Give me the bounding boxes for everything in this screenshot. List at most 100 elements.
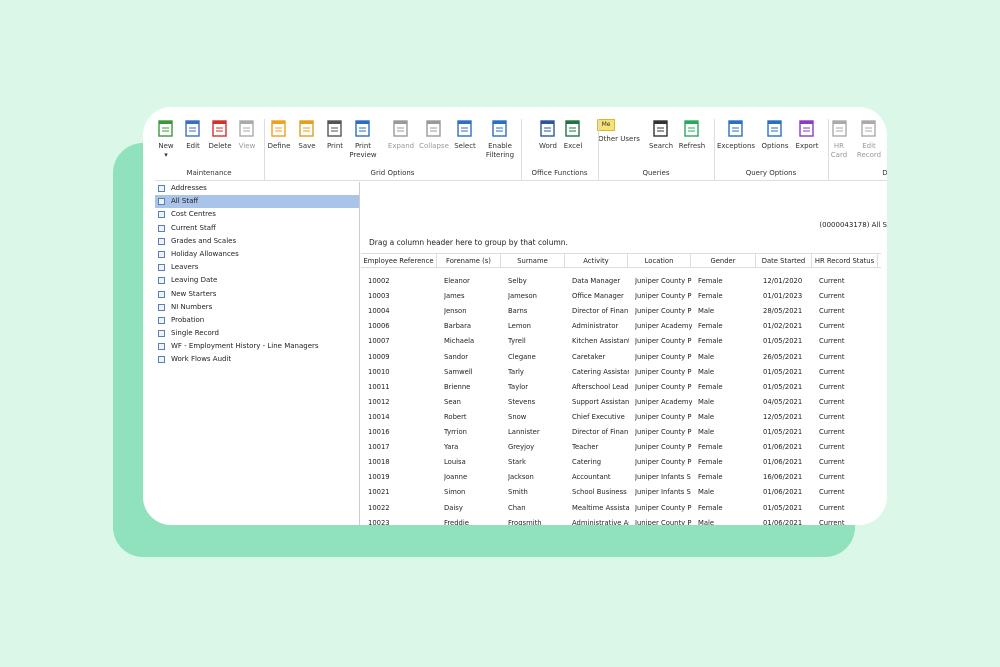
table-row[interactable]: 10006 Barbara Lemon Administrator Juniper Ac… bbox=[361, 319, 881, 334]
button-label: Collapse bbox=[419, 142, 449, 150]
table-row[interactable]: 10011 Brienne Taylor Afterschool Lead Junipe… bbox=[361, 380, 881, 395]
column-header[interactable]: Employee Reference bbox=[361, 254, 437, 268]
sidebar-item[interactable]: WF - Employment History - Line Managers bbox=[155, 340, 359, 353]
sidebar-item[interactable]: Grades and Scales bbox=[155, 235, 359, 248]
column-header[interactable]: Location bbox=[628, 254, 691, 268]
table-cell: Current bbox=[819, 337, 845, 346]
group-by-hint[interactable]: Drag a column header here to group by th… bbox=[369, 238, 568, 247]
table-row[interactable]: 10009 Sandor Clegane Caretaker Juniper Count… bbox=[361, 350, 881, 365]
sidebar-item[interactable]: Work Flows Audit bbox=[155, 353, 359, 366]
sidebar-item[interactable]: Single Record bbox=[155, 327, 359, 340]
table-cell: Office Manager bbox=[572, 292, 624, 301]
sidebar-item[interactable]: NI Numbers bbox=[155, 301, 359, 314]
table-cell: Current bbox=[819, 382, 845, 391]
refresh-button[interactable]: Refresh bbox=[678, 119, 706, 151]
word-button[interactable]: Word bbox=[537, 119, 559, 151]
hr-card-button[interactable]: HR Card bbox=[830, 119, 848, 160]
table-row[interactable]: 10004 Jenson Barns Director of Finan Juniper… bbox=[361, 304, 881, 319]
table-cell: Juniper County P bbox=[635, 337, 692, 346]
table-row[interactable]: 10002 Eleanor Selby Data Manager Juniper Cou… bbox=[361, 274, 881, 289]
table-cell: Yara bbox=[444, 443, 459, 452]
column-header[interactable]: Forename (s) bbox=[437, 254, 501, 268]
table-row[interactable]: 10010 Samwell Tarly Catering Assistan Junipe… bbox=[361, 365, 881, 380]
sidebar-item-label: Leavers bbox=[171, 263, 199, 272]
table-cell: Female bbox=[698, 458, 723, 467]
sidebar-item[interactable]: Leavers bbox=[155, 261, 359, 274]
table-row[interactable]: 10022 Daisy Chan Mealtime Assista Juniper Co… bbox=[361, 501, 881, 516]
column-header[interactable]: Date Started bbox=[756, 254, 812, 268]
button-label: Other Users bbox=[598, 135, 640, 143]
enable-filtering-button[interactable]: Enable Filtering bbox=[484, 119, 516, 160]
other-users-button[interactable]: Me Other Users bbox=[597, 119, 641, 144]
table-cell: 10017 bbox=[368, 443, 390, 452]
table-row[interactable]: 10018 Louisa Stark Catering Juniper County P… bbox=[361, 455, 881, 470]
button-label: Print bbox=[326, 142, 344, 150]
search-button[interactable]: Search bbox=[648, 119, 674, 151]
sidebar-item[interactable]: Current Staff bbox=[155, 222, 359, 235]
table-cell: Support Assistant bbox=[572, 397, 629, 406]
exceptions-button[interactable]: Exceptions bbox=[716, 119, 756, 151]
table-cell: 01/05/2021 bbox=[763, 382, 803, 391]
ribbon-separator bbox=[264, 119, 265, 181]
column-header[interactable]: Gender bbox=[691, 254, 756, 268]
column-header[interactable]: Surname bbox=[501, 254, 565, 268]
column-header[interactable]: HR Record Status bbox=[812, 254, 878, 268]
table-cell: Juniper County P bbox=[635, 443, 692, 452]
table-cell: Female bbox=[698, 292, 723, 301]
sidebar-item[interactable]: Leaving Date bbox=[155, 274, 359, 287]
table-cell: Juniper Academy bbox=[635, 322, 692, 331]
sidebar-item[interactable]: Probation bbox=[155, 314, 359, 327]
table-row[interactable]: 10023 Freddie Frogsmith Administrative As Ju… bbox=[361, 516, 881, 525]
excel-button[interactable]: Excel bbox=[562, 119, 584, 151]
table-cell: Juniper County P bbox=[635, 307, 692, 316]
sidebar-item-label: Single Record bbox=[171, 329, 219, 338]
expand-button[interactable]: Expand bbox=[387, 119, 415, 151]
table-row[interactable]: 10019 Joanne Jackson Accountant Juniper Infa… bbox=[361, 470, 881, 485]
print-preview-button[interactable]: Print Preview bbox=[348, 119, 378, 160]
save-button[interactable]: Save bbox=[296, 119, 318, 151]
button-label: Enable bbox=[488, 142, 512, 150]
table-cell: Chan bbox=[508, 503, 526, 512]
select-button[interactable]: Select bbox=[453, 119, 477, 151]
table-cell: Catering Assistan bbox=[572, 367, 629, 376]
table-row[interactable]: 10016 Tyrrion Lannister Director of Finan Ju… bbox=[361, 425, 881, 440]
table-cell: Lemon bbox=[508, 322, 531, 331]
table-cell: Current bbox=[819, 367, 845, 376]
sidebar-item-label: WF - Employment History - Line Managers bbox=[171, 342, 319, 351]
table-row[interactable]: 10012 Sean Stevens Support Assistant Juniper… bbox=[361, 395, 881, 410]
sidebar-item[interactable]: Cost Centres bbox=[155, 208, 359, 221]
print-button[interactable]: Print bbox=[324, 119, 346, 151]
collapse-button[interactable]: Collapse bbox=[418, 119, 450, 151]
table-cell: 10003 bbox=[368, 292, 390, 301]
table-cell: Director of Finan bbox=[572, 307, 629, 316]
export-button[interactable]: Export bbox=[794, 119, 820, 151]
options-button[interactable]: Options bbox=[760, 119, 790, 151]
edit-button[interactable]: Edit bbox=[182, 119, 204, 151]
column-header[interactable]: Activity bbox=[565, 254, 628, 268]
view-button[interactable]: View bbox=[236, 119, 258, 151]
table-row[interactable]: 10017 Yara Greyjoy Teacher Juniper County P F… bbox=[361, 440, 881, 455]
sidebar-item[interactable]: Addresses bbox=[155, 182, 359, 195]
delete-button[interactable]: Delete bbox=[207, 119, 233, 151]
table-cell: 01/06/2021 bbox=[763, 458, 803, 467]
sidebar-item-label: Current Staff bbox=[171, 223, 216, 232]
table-row[interactable]: 10003 James Jameson Office Manager Juniper C… bbox=[361, 289, 881, 304]
table-cell: Juniper County P bbox=[635, 518, 692, 525]
define-icon bbox=[269, 119, 289, 139]
sidebar-item[interactable]: New Starters bbox=[155, 288, 359, 301]
sidebar-item-label: Cost Centres bbox=[171, 210, 216, 219]
new-button[interactable]: New ▾ bbox=[155, 119, 177, 160]
table-cell: Louisa bbox=[444, 458, 466, 467]
table-row[interactable]: 10014 Robert Snow Chief Executive Juniper Co… bbox=[361, 410, 881, 425]
query-icon bbox=[158, 250, 165, 258]
edit-record-icon bbox=[183, 119, 203, 139]
sidebar-item[interactable]: Holiday Allowances bbox=[155, 248, 359, 261]
sidebar-item[interactable]: All Staff bbox=[155, 195, 359, 209]
button-label: Export bbox=[795, 142, 819, 150]
table-cell: 28/05/2021 bbox=[763, 307, 803, 316]
table-row[interactable]: 10007 Michaela Tyrell Kitchen Assistant Juni… bbox=[361, 334, 881, 349]
table-cell: Administrator bbox=[572, 322, 619, 331]
table-row[interactable]: 10021 Simon Smith School Business Juniper In… bbox=[361, 485, 881, 500]
define-button[interactable]: Define bbox=[266, 119, 292, 151]
edit-record-button[interactable]: Edit Record bbox=[855, 119, 883, 160]
